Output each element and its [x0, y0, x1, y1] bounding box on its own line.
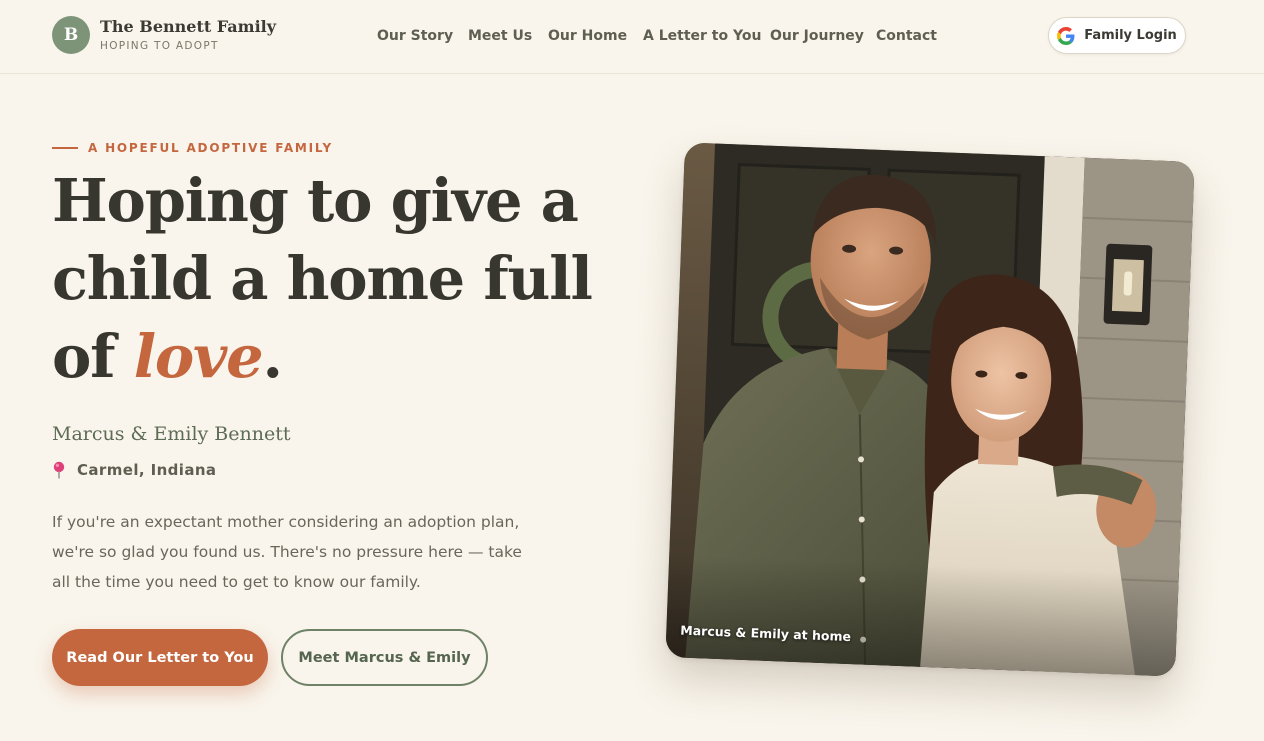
google-icon: [1057, 26, 1075, 45]
nav-link-contact[interactable]: Contact: [876, 27, 937, 45]
eyebrow-rule: [52, 147, 78, 149]
site-header: B The Bennett Family HOPING TO ADOPT Our…: [0, 0, 1264, 74]
brand-tagline: HOPING TO ADOPT: [100, 40, 219, 52]
hero-headline: Hoping to give a child a home full of lo…: [52, 162, 642, 396]
brand-logo-badge[interactable]: B: [52, 16, 90, 54]
nav-link-our-home[interactable]: Our Home: [548, 27, 627, 45]
brand[interactable]: B The Bennett Family HOPING TO ADOPT: [52, 16, 276, 54]
eyebrow-text: A HOPEFUL ADOPTIVE FAMILY: [88, 141, 334, 155]
family-login-label: Family Login: [1084, 28, 1177, 43]
nav-link-our-journey[interactable]: Our Journey: [770, 27, 864, 45]
meet-couple-button[interactable]: Meet Marcus & Emily: [281, 629, 488, 686]
brand-name[interactable]: The Bennett Family: [100, 17, 276, 37]
nav-link-letter[interactable]: A Letter to You: [643, 27, 761, 45]
nav-link-meet-us[interactable]: Meet Us: [468, 27, 532, 45]
hero-intro: If you're an expectant mother considerin…: [52, 513, 522, 591]
family-names: Marcus & Emily Bennett: [52, 423, 291, 445]
family-login-button[interactable]: Family Login: [1048, 17, 1186, 54]
brand-text: The Bennett Family HOPING TO ADOPT: [100, 17, 276, 53]
location-text: Carmel, Indiana: [77, 461, 217, 479]
read-letter-button[interactable]: Read Our Letter to You: [52, 629, 268, 686]
hero-eyebrow: A HOPEFUL ADOPTIVE FAMILY: [52, 141, 333, 155]
hero-photo: Marcus & Emily at home: [665, 142, 1195, 677]
headline-period: .: [262, 322, 283, 391]
headline-accent-word: love: [133, 322, 264, 391]
nav-link-our-story[interactable]: Our Story: [377, 27, 453, 45]
location: Carmel, Indiana: [52, 461, 216, 479]
couple-photo-illustration: [665, 142, 1195, 677]
map-pin-icon: [53, 461, 65, 479]
